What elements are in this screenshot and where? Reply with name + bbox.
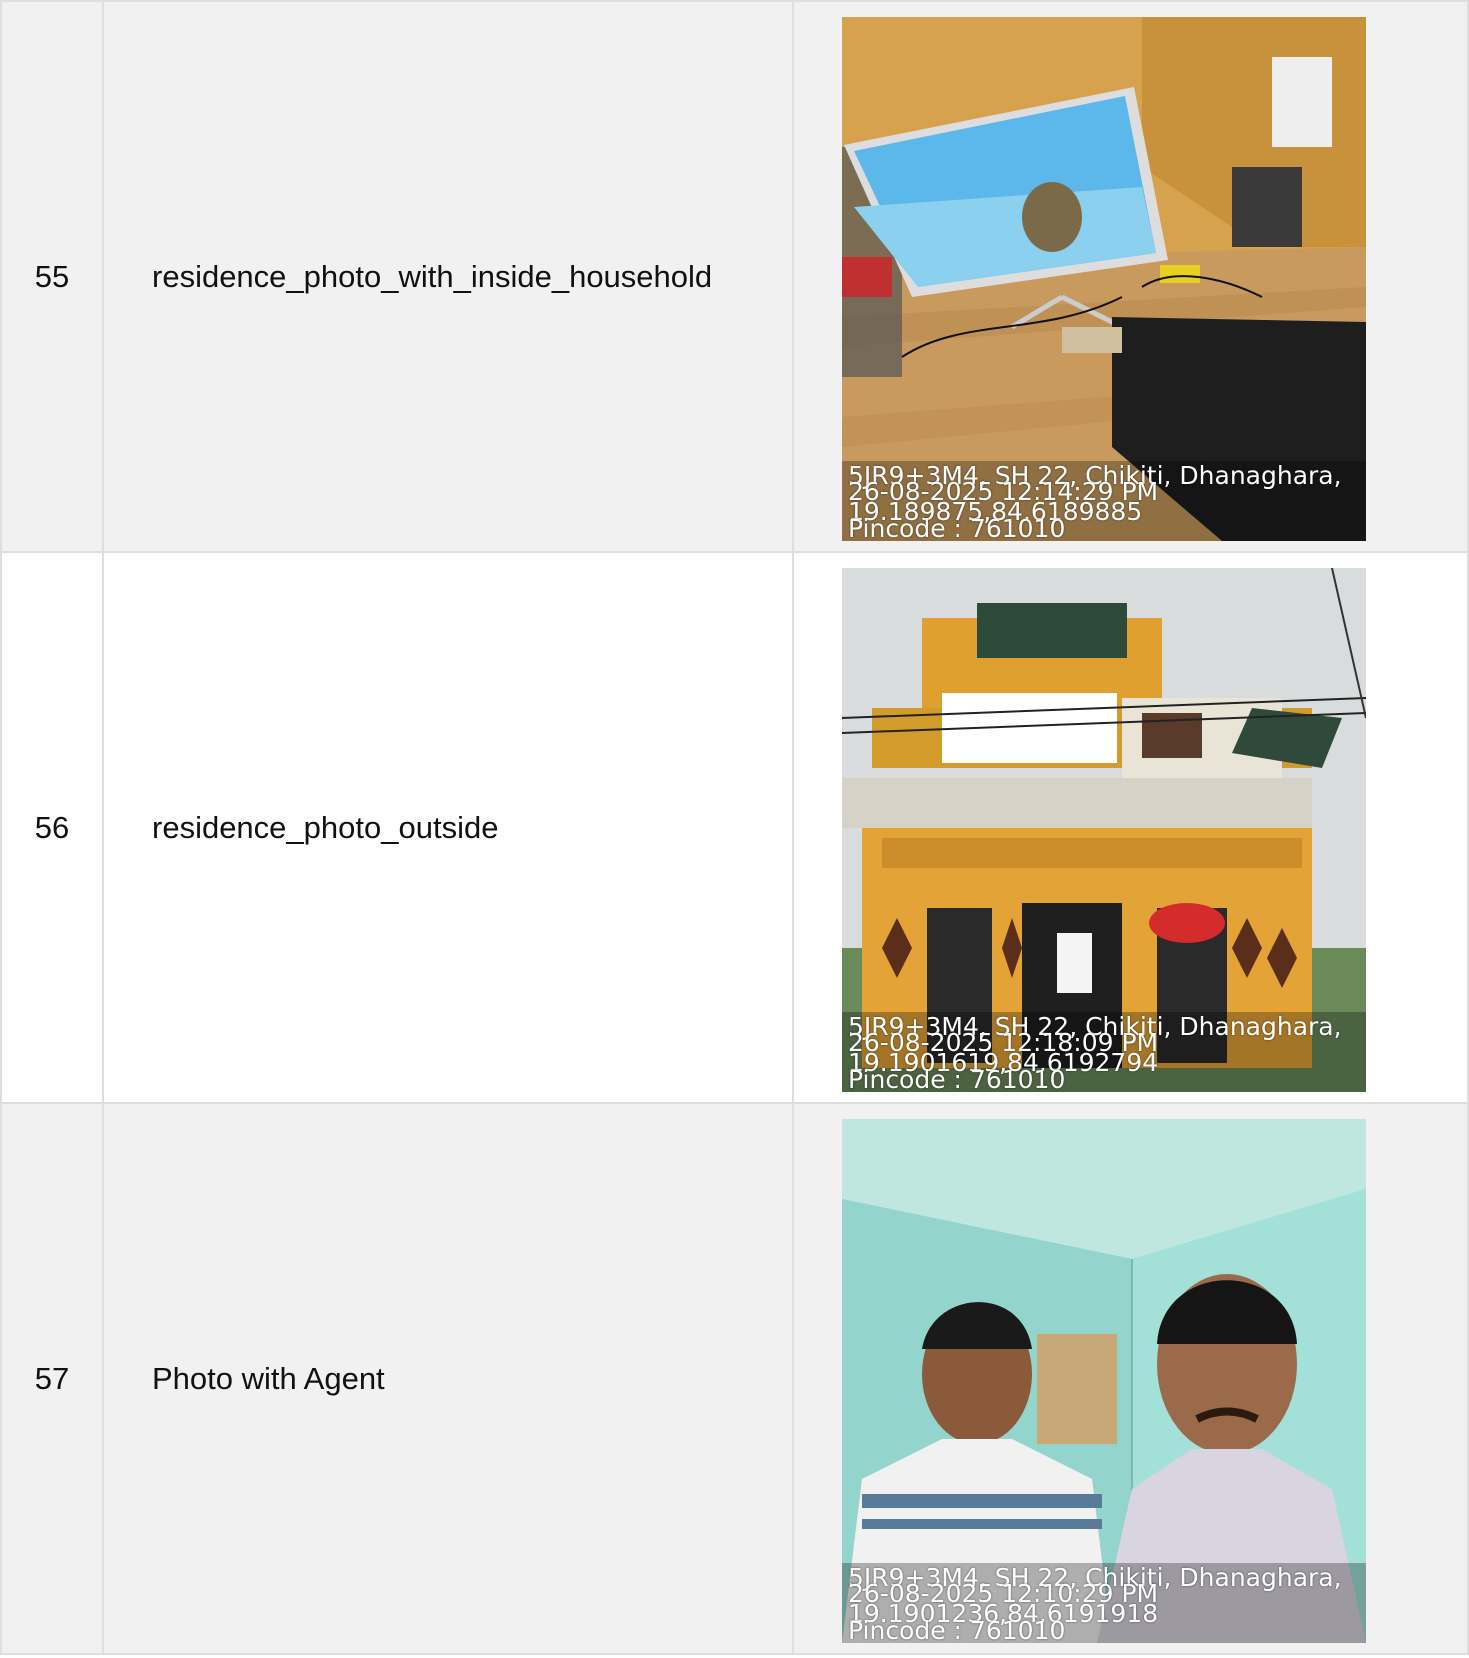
agent-photo: 5JR9+3M4, SH 22, Chikiti, Dhanaghara, 26… <box>842 1119 1366 1643</box>
photo-cell: 5JR9+3M4, SH 22, Chikiti, Dhanaghara, 26… <box>792 0 1469 553</box>
stamp-pincode: Pincode : 761010 <box>848 514 1066 541</box>
row-number: 55 <box>0 0 104 553</box>
photo-cell: 5JR9+3M4, SH 22, Chikiti, Dhanaghara, 26… <box>792 1102 1469 1655</box>
residence-outside-photo: 5JR9+3M4, SH 22, Chikiti, Dhanaghara, 26… <box>842 568 1366 1092</box>
field-name: Photo with Agent <box>102 1102 794 1655</box>
photo-stamp: 5JR9+3M4, SH 22, Chikiti, Dhanaghara, 26… <box>842 1563 1366 1643</box>
document-table: 55 residence_photo_with_inside_household <box>0 0 1469 1655</box>
table-row: 56 residence_photo_outside 5JR9+3M4, SH … <box>0 551 1469 1104</box>
photo-stamp: 5JR9+3M4, SH 22, Chikiti, Dhanaghara, 26… <box>842 1012 1366 1092</box>
field-name: residence_photo_with_inside_household <box>102 0 794 553</box>
row-number: 56 <box>0 551 104 1104</box>
stamp-pincode: Pincode : 761010 <box>848 1065 1066 1092</box>
table-row: 55 residence_photo_with_inside_household <box>0 0 1469 553</box>
table-row: 57 Photo with Agent 5JR9+3M4, SH 22, Chi… <box>0 1102 1469 1655</box>
stamp-pincode: Pincode : 761010 <box>848 1616 1066 1643</box>
photo-cell: 5JR9+3M4, SH 22, Chikiti, Dhanaghara, 26… <box>792 551 1469 1104</box>
household-inside-photo: 5JR9+3M4, SH 22, Chikiti, Dhanaghara, 26… <box>842 17 1366 541</box>
row-number: 57 <box>0 1102 104 1655</box>
photo-stamp: 5JR9+3M4, SH 22, Chikiti, Dhanaghara, 26… <box>842 461 1366 541</box>
field-name: residence_photo_outside <box>102 551 794 1104</box>
